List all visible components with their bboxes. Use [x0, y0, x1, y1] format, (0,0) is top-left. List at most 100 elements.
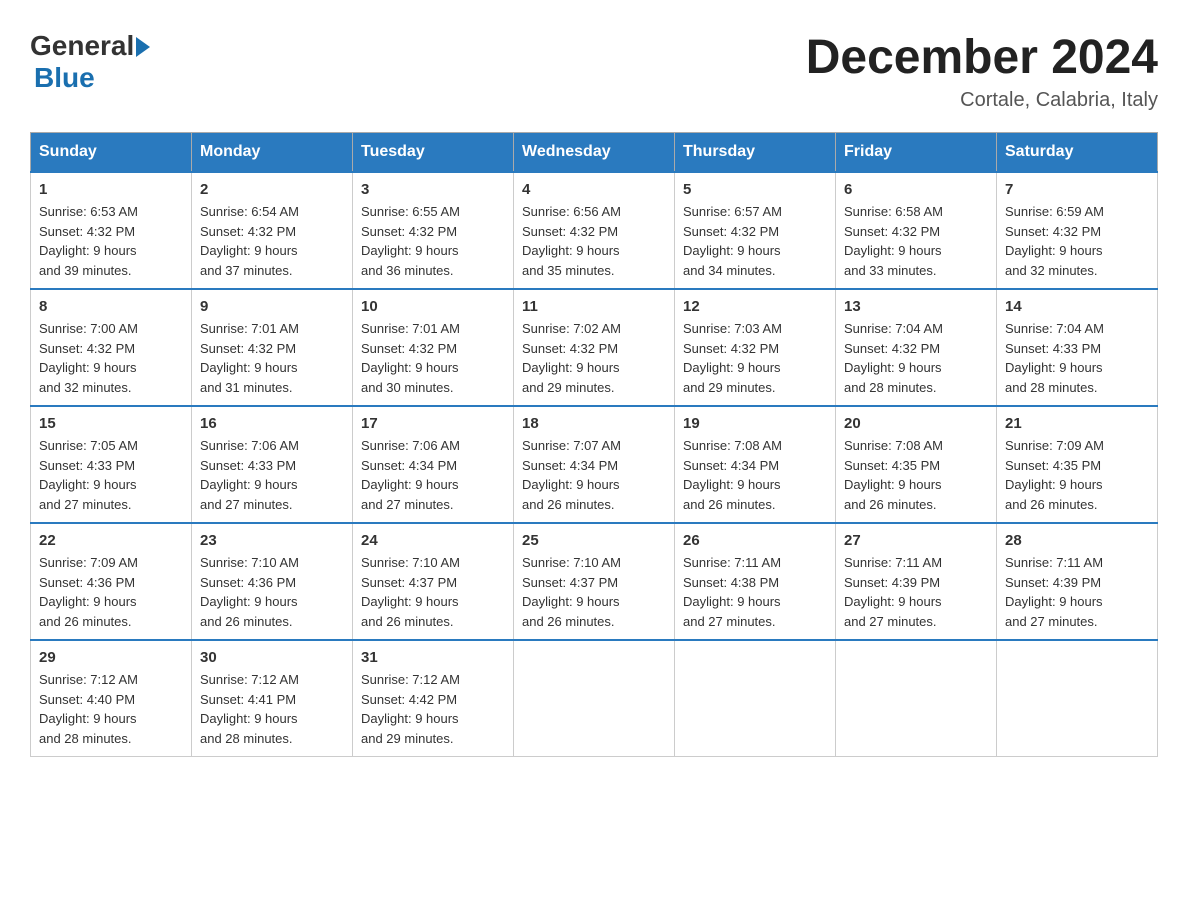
calendar-day-cell: 7 Sunrise: 6:59 AM Sunset: 4:32 PM Dayli… — [997, 172, 1158, 289]
calendar-day-cell: 10 Sunrise: 7:01 AM Sunset: 4:32 PM Dayl… — [353, 289, 514, 406]
col-monday: Monday — [192, 133, 353, 173]
logo-blue: Blue — [34, 62, 95, 94]
day-info: Sunrise: 6:54 AM Sunset: 4:32 PM Dayligh… — [200, 202, 344, 280]
calendar-day-cell: 24 Sunrise: 7:10 AM Sunset: 4:37 PM Dayl… — [353, 523, 514, 640]
day-info: Sunrise: 6:55 AM Sunset: 4:32 PM Dayligh… — [361, 202, 505, 280]
logo-triangle-icon — [136, 37, 150, 57]
calendar-week-row: 1 Sunrise: 6:53 AM Sunset: 4:32 PM Dayli… — [31, 172, 1158, 289]
calendar-day-cell: 11 Sunrise: 7:02 AM Sunset: 4:32 PM Dayl… — [514, 289, 675, 406]
calendar-week-row: 8 Sunrise: 7:00 AM Sunset: 4:32 PM Dayli… — [31, 289, 1158, 406]
day-number: 21 — [1005, 415, 1149, 432]
day-info: Sunrise: 7:05 AM Sunset: 4:33 PM Dayligh… — [39, 436, 183, 514]
calendar-day-cell — [675, 640, 836, 757]
day-info: Sunrise: 7:06 AM Sunset: 4:33 PM Dayligh… — [200, 436, 344, 514]
page-header: General Blue December 2024 Cortale, Cala… — [30, 30, 1158, 112]
day-number: 17 — [361, 415, 505, 432]
day-info: Sunrise: 7:07 AM Sunset: 4:34 PM Dayligh… — [522, 436, 666, 514]
day-number: 11 — [522, 298, 666, 315]
day-info: Sunrise: 7:01 AM Sunset: 4:32 PM Dayligh… — [200, 319, 344, 397]
day-info: Sunrise: 7:12 AM Sunset: 4:42 PM Dayligh… — [361, 670, 505, 748]
calendar-day-cell: 13 Sunrise: 7:04 AM Sunset: 4:32 PM Dayl… — [836, 289, 997, 406]
day-info: Sunrise: 7:11 AM Sunset: 4:39 PM Dayligh… — [1005, 553, 1149, 631]
day-info: Sunrise: 7:09 AM Sunset: 4:36 PM Dayligh… — [39, 553, 183, 631]
day-number: 5 — [683, 181, 827, 198]
day-info: Sunrise: 7:09 AM Sunset: 4:35 PM Dayligh… — [1005, 436, 1149, 514]
calendar-day-cell: 29 Sunrise: 7:12 AM Sunset: 4:40 PM Dayl… — [31, 640, 192, 757]
calendar-day-cell: 28 Sunrise: 7:11 AM Sunset: 4:39 PM Dayl… — [997, 523, 1158, 640]
calendar-subtitle: Cortale, Calabria, Italy — [806, 89, 1158, 112]
day-number: 29 — [39, 649, 183, 666]
logo-general: General — [30, 30, 134, 62]
day-info: Sunrise: 7:04 AM Sunset: 4:32 PM Dayligh… — [844, 319, 988, 397]
calendar-day-cell: 12 Sunrise: 7:03 AM Sunset: 4:32 PM Dayl… — [675, 289, 836, 406]
calendar-day-cell: 27 Sunrise: 7:11 AM Sunset: 4:39 PM Dayl… — [836, 523, 997, 640]
calendar-day-cell — [836, 640, 997, 757]
day-number: 20 — [844, 415, 988, 432]
day-info: Sunrise: 6:53 AM Sunset: 4:32 PM Dayligh… — [39, 202, 183, 280]
col-saturday: Saturday — [997, 133, 1158, 173]
day-info: Sunrise: 7:02 AM Sunset: 4:32 PM Dayligh… — [522, 319, 666, 397]
day-number: 31 — [361, 649, 505, 666]
day-info: Sunrise: 7:08 AM Sunset: 4:34 PM Dayligh… — [683, 436, 827, 514]
day-number: 25 — [522, 532, 666, 549]
day-number: 10 — [361, 298, 505, 315]
calendar-day-cell: 15 Sunrise: 7:05 AM Sunset: 4:33 PM Dayl… — [31, 406, 192, 523]
day-info: Sunrise: 7:00 AM Sunset: 4:32 PM Dayligh… — [39, 319, 183, 397]
day-info: Sunrise: 6:58 AM Sunset: 4:32 PM Dayligh… — [844, 202, 988, 280]
day-number: 28 — [1005, 532, 1149, 549]
day-info: Sunrise: 7:01 AM Sunset: 4:32 PM Dayligh… — [361, 319, 505, 397]
day-info: Sunrise: 7:11 AM Sunset: 4:38 PM Dayligh… — [683, 553, 827, 631]
day-number: 22 — [39, 532, 183, 549]
day-number: 2 — [200, 181, 344, 198]
day-number: 16 — [200, 415, 344, 432]
day-info: Sunrise: 7:04 AM Sunset: 4:33 PM Dayligh… — [1005, 319, 1149, 397]
calendar-day-cell: 20 Sunrise: 7:08 AM Sunset: 4:35 PM Dayl… — [836, 406, 997, 523]
day-number: 15 — [39, 415, 183, 432]
calendar-day-cell: 3 Sunrise: 6:55 AM Sunset: 4:32 PM Dayli… — [353, 172, 514, 289]
day-number: 18 — [522, 415, 666, 432]
day-number: 14 — [1005, 298, 1149, 315]
calendar-day-cell: 14 Sunrise: 7:04 AM Sunset: 4:33 PM Dayl… — [997, 289, 1158, 406]
day-number: 30 — [200, 649, 344, 666]
day-number: 9 — [200, 298, 344, 315]
title-section: December 2024 Cortale, Calabria, Italy — [806, 30, 1158, 112]
day-number: 24 — [361, 532, 505, 549]
calendar-day-cell: 17 Sunrise: 7:06 AM Sunset: 4:34 PM Dayl… — [353, 406, 514, 523]
calendar-day-cell: 16 Sunrise: 7:06 AM Sunset: 4:33 PM Dayl… — [192, 406, 353, 523]
day-number: 19 — [683, 415, 827, 432]
calendar-day-cell: 1 Sunrise: 6:53 AM Sunset: 4:32 PM Dayli… — [31, 172, 192, 289]
calendar-day-cell: 4 Sunrise: 6:56 AM Sunset: 4:32 PM Dayli… — [514, 172, 675, 289]
col-tuesday: Tuesday — [353, 133, 514, 173]
day-number: 8 — [39, 298, 183, 315]
calendar-day-cell: 23 Sunrise: 7:10 AM Sunset: 4:36 PM Dayl… — [192, 523, 353, 640]
day-number: 7 — [1005, 181, 1149, 198]
day-info: Sunrise: 7:10 AM Sunset: 4:37 PM Dayligh… — [361, 553, 505, 631]
calendar-day-cell: 21 Sunrise: 7:09 AM Sunset: 4:35 PM Dayl… — [997, 406, 1158, 523]
day-info: Sunrise: 7:03 AM Sunset: 4:32 PM Dayligh… — [683, 319, 827, 397]
calendar-title: December 2024 — [806, 30, 1158, 85]
day-number: 1 — [39, 181, 183, 198]
day-info: Sunrise: 6:59 AM Sunset: 4:32 PM Dayligh… — [1005, 202, 1149, 280]
calendar-day-cell: 25 Sunrise: 7:10 AM Sunset: 4:37 PM Dayl… — [514, 523, 675, 640]
day-number: 27 — [844, 532, 988, 549]
calendar-day-cell: 31 Sunrise: 7:12 AM Sunset: 4:42 PM Dayl… — [353, 640, 514, 757]
day-number: 12 — [683, 298, 827, 315]
calendar-table: Sunday Monday Tuesday Wednesday Thursday… — [30, 132, 1158, 757]
day-info: Sunrise: 7:08 AM Sunset: 4:35 PM Dayligh… — [844, 436, 988, 514]
day-info: Sunrise: 7:10 AM Sunset: 4:36 PM Dayligh… — [200, 553, 344, 631]
calendar-day-cell: 18 Sunrise: 7:07 AM Sunset: 4:34 PM Dayl… — [514, 406, 675, 523]
calendar-day-cell: 30 Sunrise: 7:12 AM Sunset: 4:41 PM Dayl… — [192, 640, 353, 757]
calendar-day-cell: 26 Sunrise: 7:11 AM Sunset: 4:38 PM Dayl… — [675, 523, 836, 640]
day-info: Sunrise: 7:11 AM Sunset: 4:39 PM Dayligh… — [844, 553, 988, 631]
calendar-day-cell: 19 Sunrise: 7:08 AM Sunset: 4:34 PM Dayl… — [675, 406, 836, 523]
day-number: 26 — [683, 532, 827, 549]
calendar-day-cell: 8 Sunrise: 7:00 AM Sunset: 4:32 PM Dayli… — [31, 289, 192, 406]
day-number: 3 — [361, 181, 505, 198]
calendar-day-cell: 5 Sunrise: 6:57 AM Sunset: 4:32 PM Dayli… — [675, 172, 836, 289]
col-thursday: Thursday — [675, 133, 836, 173]
calendar-day-cell — [514, 640, 675, 757]
calendar-week-row: 22 Sunrise: 7:09 AM Sunset: 4:36 PM Dayl… — [31, 523, 1158, 640]
col-friday: Friday — [836, 133, 997, 173]
day-number: 13 — [844, 298, 988, 315]
calendar-day-cell — [997, 640, 1158, 757]
